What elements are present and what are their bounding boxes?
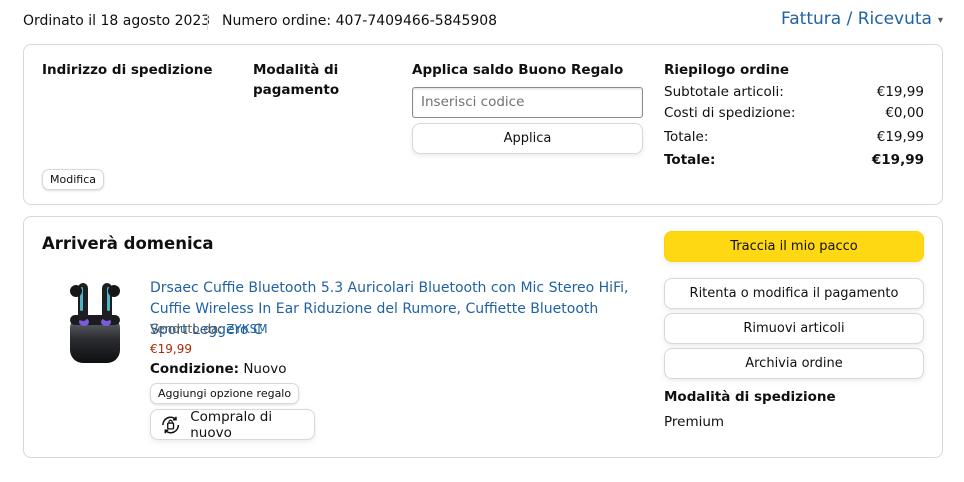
add-gift-option-button[interactable]: Aggiungi opzione regalo <box>150 383 300 404</box>
summary-row: Costi di spedizione: €0,00 <box>664 105 924 121</box>
retry-payment-button[interactable]: Ritenta o modifica il pagamento <box>664 278 924 309</box>
sold-by-label: Venduto da: <box>150 322 223 336</box>
payment-method-heading: Modalità di pagamento <box>253 60 339 100</box>
invoice-link-label[interactable]: Fattura / Ricevuta <box>781 9 932 29</box>
order-details-card: Indirizzo di spedizione Modalità di paga… <box>23 44 943 205</box>
shipping-mode-value: Premium <box>664 414 725 430</box>
arrival-heading: Arriverà domenica <box>42 234 214 253</box>
shipment-card: Arriverà domenica Drsaec Cuffie Bluetoot… <box>23 216 943 458</box>
apply-button[interactable]: Applica <box>412 123 643 154</box>
summary-label: Subtotale articoli: <box>664 84 784 100</box>
payment-method-heading-line1: Modalità di <box>253 62 339 78</box>
condition-label: Condizione: <box>150 361 240 377</box>
summary-value: €19,99 <box>876 84 924 100</box>
item-price: €19,99 <box>150 342 192 356</box>
divider <box>207 14 208 30</box>
summary-row: Totale: €19,99 <box>664 129 924 145</box>
summary-label: Costi di spedizione: <box>664 105 796 121</box>
gift-card-heading: Applica saldo Buono Regalo <box>412 62 624 78</box>
condition-value: Nuovo <box>243 361 287 377</box>
seller-link[interactable]: ZYKSM <box>226 322 267 336</box>
buy-again-button[interactable]: Compralo di nuovo <box>150 409 315 441</box>
summary-row: Subtotale articoli: €19,99 <box>664 84 924 100</box>
gift-code-input[interactable]: Inserisci codice <box>412 87 643 118</box>
summary-label: Totale: <box>664 152 716 168</box>
payment-method-heading-line2: pagamento <box>253 82 340 98</box>
earbuds-case-icon[interactable] <box>64 275 128 367</box>
buy-again-label[interactable]: Compralo di nuovo <box>190 409 314 441</box>
remove-items-button[interactable]: Rimuovi articoli <box>664 313 924 344</box>
order-header: Ordinato il 18 agosto 2023 Numero ordine… <box>0 0 964 44</box>
item-condition: Condizione: Nuovo <box>150 361 286 377</box>
sold-by: Venduto da: ZYKSM <box>150 322 268 336</box>
archive-order-button[interactable]: Archivia ordine <box>664 348 924 379</box>
summary-value: €19,99 <box>876 129 924 145</box>
product-image[interactable] <box>64 275 128 367</box>
buy-again-icon[interactable] <box>159 413 182 437</box>
shipping-address-heading: Indirizzo di spedizione <box>42 62 213 78</box>
summary-value: €19,99 <box>871 152 924 168</box>
order-date: Ordinato il 18 agosto 2023 <box>23 13 211 29</box>
chevron-down-icon[interactable]: ▾ <box>938 15 943 26</box>
summary-label: Totale: <box>664 129 709 145</box>
summary-grand-total-row: Totale: €19,99 <box>664 152 924 168</box>
summary-value: €0,00 <box>885 105 924 121</box>
order-summary-heading: Riepilogo ordine <box>664 62 790 78</box>
modify-button[interactable]: Modifica <box>42 169 104 190</box>
invoice-link[interactable]: Fattura / Ricevuta ▾ <box>781 9 943 29</box>
order-number: Numero ordine: 407-7409466-5845908 <box>222 13 498 29</box>
shipping-mode-heading: Modalità di spedizione <box>664 389 836 405</box>
track-package-button[interactable]: Traccia il mio pacco <box>664 231 924 262</box>
